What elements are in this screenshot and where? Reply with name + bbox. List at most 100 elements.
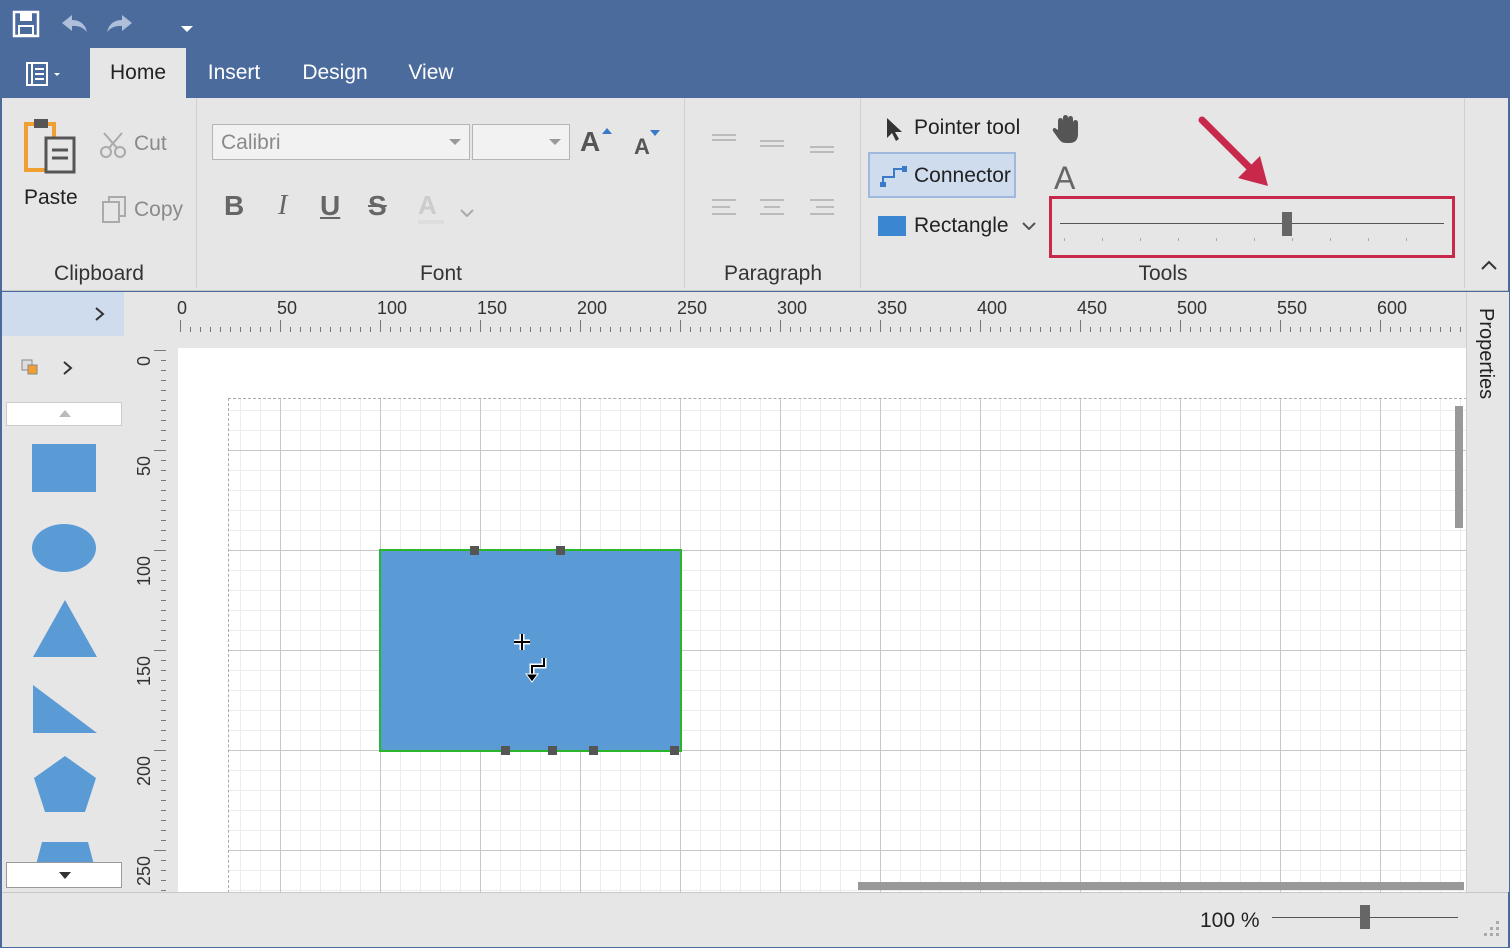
underline-button[interactable]: U bbox=[320, 190, 340, 222]
stencil-icon[interactable] bbox=[20, 358, 40, 376]
ruler-label: 500 bbox=[1177, 298, 1208, 318]
save-icon[interactable] bbox=[12, 10, 40, 38]
rectangle-tool-button[interactable]: Rectangle bbox=[870, 208, 1040, 244]
connection-point[interactable] bbox=[470, 546, 479, 555]
align-middle-icon[interactable] bbox=[758, 138, 786, 150]
tool-size-slider[interactable] bbox=[1060, 210, 1444, 244]
ruler-label: 50 bbox=[277, 298, 298, 318]
collapse-ribbon-icon[interactable] bbox=[1480, 258, 1498, 270]
ruler-tick bbox=[880, 320, 881, 332]
ruler-tick bbox=[580, 320, 581, 332]
connection-point[interactable] bbox=[589, 746, 598, 755]
ruler-tick bbox=[154, 350, 166, 351]
copy-icon[interactable] bbox=[100, 194, 128, 224]
ruler-tick bbox=[680, 320, 681, 332]
ruler-tick bbox=[180, 320, 181, 332]
align-left-icon[interactable] bbox=[710, 198, 738, 218]
shrink-font-button[interactable]: A bbox=[634, 130, 664, 162]
ruler-label: 150 bbox=[134, 656, 154, 687]
ruler-tick bbox=[780, 320, 781, 332]
ruler-tick bbox=[154, 550, 166, 551]
cut-button[interactable]: Cut bbox=[134, 132, 167, 156]
slider-track bbox=[1060, 223, 1444, 224]
bold-button[interactable]: B bbox=[224, 190, 244, 222]
shrink-font-label: A bbox=[634, 134, 650, 159]
pointer-tool-label: Pointer tool bbox=[914, 116, 1021, 139]
font-color-button[interactable]: A bbox=[418, 190, 446, 224]
ruler-label: 350 bbox=[877, 298, 908, 318]
tab-insert[interactable]: Insert bbox=[192, 48, 276, 98]
zoom-slider[interactable] bbox=[1272, 903, 1458, 933]
paste-icon[interactable] bbox=[22, 116, 78, 178]
rectangle-icon bbox=[878, 216, 906, 236]
shape-pentagon[interactable] bbox=[32, 754, 98, 814]
rectangle-tool-label: Rectangle bbox=[914, 214, 1009, 237]
font-family-combo[interactable]: Calibri bbox=[212, 124, 470, 160]
pointer-tool-button[interactable]: Pointer tool bbox=[870, 110, 1030, 146]
zoom-level: 100 % bbox=[1200, 909, 1260, 932]
connection-point[interactable] bbox=[670, 746, 679, 755]
ruler-tick bbox=[154, 450, 166, 451]
pan-hand-icon[interactable] bbox=[1050, 112, 1084, 146]
shape-rectangle[interactable] bbox=[32, 444, 96, 492]
zoom-slider-thumb[interactable] bbox=[1360, 905, 1370, 929]
vertical-ruler: 0 50 100 150 200 250 bbox=[124, 332, 166, 892]
italic-button[interactable]: I bbox=[278, 190, 287, 222]
status-bar: 100 % bbox=[2, 892, 1508, 947]
align-right-icon[interactable] bbox=[808, 198, 836, 218]
ruler-label: 400 bbox=[977, 298, 1008, 318]
ruler-tick bbox=[1180, 320, 1181, 332]
resize-grip-icon[interactable] bbox=[1482, 919, 1502, 939]
copy-button[interactable]: Copy bbox=[134, 198, 183, 222]
ruler-tick bbox=[154, 850, 166, 851]
ruler-label: 150 bbox=[477, 298, 508, 318]
align-center-icon[interactable] bbox=[758, 198, 786, 218]
shape-triangle[interactable] bbox=[32, 598, 98, 658]
align-top-icon[interactable] bbox=[710, 132, 738, 144]
shape-trapezoid[interactable] bbox=[32, 840, 98, 864]
tab-view[interactable]: View bbox=[396, 48, 466, 98]
scroll-down-button[interactable] bbox=[6, 862, 122, 888]
tab-design[interactable]: Design bbox=[290, 48, 380, 98]
connection-point[interactable] bbox=[501, 746, 510, 755]
paragraph-group-label: Paragraph bbox=[723, 262, 823, 285]
ruler-tick bbox=[1380, 320, 1381, 332]
properties-tab[interactable]: Properties bbox=[1474, 308, 1497, 399]
ruler-tick bbox=[380, 320, 381, 332]
ruler-label: 300 bbox=[777, 298, 808, 318]
font-family-value: Calibri bbox=[221, 131, 281, 154]
horizontal-scrollbar[interactable] bbox=[858, 882, 1464, 890]
chevron-down-icon[interactable] bbox=[460, 204, 474, 218]
tab-home[interactable]: Home bbox=[90, 48, 186, 98]
connection-point[interactable] bbox=[556, 546, 565, 555]
undo-icon[interactable] bbox=[58, 10, 90, 38]
shape-ellipse[interactable] bbox=[32, 524, 96, 572]
connector-tool-button[interactable]: Connector bbox=[868, 152, 1016, 198]
ruler-label: 100 bbox=[377, 298, 408, 318]
paste-button[interactable]: Paste bbox=[24, 186, 78, 210]
scroll-up-button[interactable] bbox=[6, 402, 122, 426]
grow-font-button[interactable]: A bbox=[580, 126, 614, 160]
shape-right-triangle[interactable] bbox=[32, 684, 98, 734]
align-bottom-icon[interactable] bbox=[808, 144, 836, 156]
font-group-label: Font bbox=[419, 262, 463, 285]
properties-panel[interactable]: Properties bbox=[1466, 292, 1509, 892]
ruler-tick bbox=[1080, 320, 1081, 332]
ruler-tick bbox=[154, 750, 166, 751]
app-menu-icon[interactable] bbox=[24, 60, 68, 88]
slider-thumb[interactable] bbox=[1282, 212, 1292, 236]
font-size-combo[interactable] bbox=[472, 124, 570, 160]
dropdown-arrow-icon[interactable] bbox=[180, 20, 194, 32]
vertical-scrollbar[interactable] bbox=[1455, 406, 1463, 528]
ruler-tick bbox=[1280, 320, 1281, 332]
strikethrough-button[interactable]: S bbox=[368, 190, 387, 222]
shapes-panel-header[interactable] bbox=[2, 292, 124, 336]
text-tool-button[interactable]: A bbox=[1054, 160, 1075, 197]
shapes-panel bbox=[2, 292, 124, 892]
cut-icon[interactable] bbox=[98, 130, 128, 160]
connection-point[interactable] bbox=[548, 746, 557, 755]
redo-icon[interactable] bbox=[104, 10, 136, 38]
chevron-right-icon[interactable] bbox=[62, 360, 74, 376]
ruler-label: 550 bbox=[1277, 298, 1308, 318]
ruler-label: 0 bbox=[177, 298, 188, 318]
